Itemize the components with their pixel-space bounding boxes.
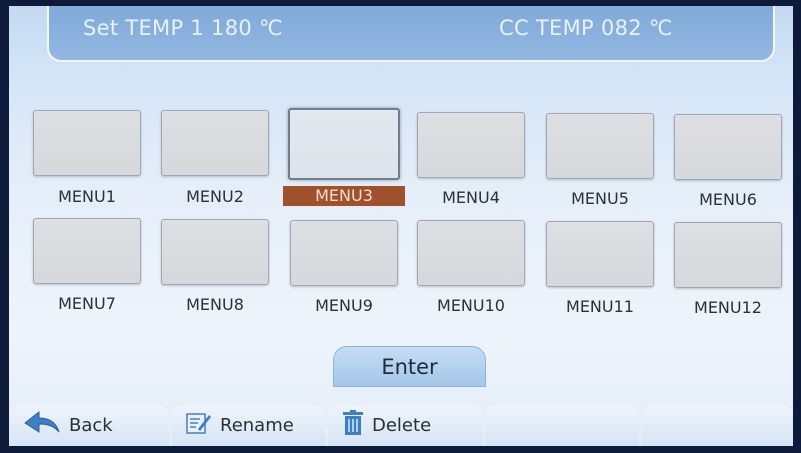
cc-temp-readout: CC TEMP 082 ℃ (499, 16, 673, 40)
menu-tile-5[interactable] (546, 113, 654, 179)
menu-tile-2[interactable] (161, 110, 269, 176)
empty-toolbar-slot-2[interactable] (642, 405, 793, 446)
menu-tile-4[interactable] (417, 112, 525, 178)
menu-tile-6[interactable] (674, 114, 782, 180)
rename-button[interactable]: Rename (172, 405, 325, 446)
back-label: Back (69, 415, 113, 436)
menu-label-8: MENU8 (186, 295, 244, 314)
menu-label-11: MENU11 (566, 297, 634, 316)
enter-button[interactable]: Enter (333, 346, 486, 387)
menu-tile-12[interactable] (674, 222, 782, 288)
rename-label: Rename (220, 415, 294, 436)
menu-label-7: MENU7 (58, 294, 116, 313)
menu-label-4: MENU4 (442, 188, 500, 207)
menu-tile-1[interactable] (33, 110, 141, 176)
menu-label-6: MENU6 (699, 190, 757, 209)
menu-label-5: MENU5 (571, 189, 629, 208)
menu-label-3-selected: MENU3 (283, 186, 405, 206)
bottom-toolbar: Back Rename Delete (9, 405, 793, 446)
edit-icon (186, 411, 212, 440)
menu-tile-9[interactable] (290, 220, 398, 286)
trash-icon (342, 410, 364, 441)
menu-label-10: MENU10 (437, 296, 505, 315)
back-button[interactable]: Back (9, 405, 169, 446)
menu-label-1: MENU1 (58, 187, 116, 206)
set-temp-readout: Set TEMP 1 180 ℃ (83, 16, 283, 40)
empty-toolbar-slot-1[interactable] (485, 405, 639, 446)
menu-label-12: MENU12 (694, 298, 762, 317)
menu-tile-10[interactable] (417, 220, 525, 286)
back-arrow-icon (23, 410, 61, 441)
touch-screen: Set TEMP 1 180 ℃ CC TEMP 082 ℃ MENU1 MEN… (9, 6, 793, 446)
temperature-display: Set TEMP 1 180 ℃ CC TEMP 082 ℃ (47, 6, 775, 62)
menu-tile-3[interactable] (288, 108, 400, 180)
menu-tile-7[interactable] (33, 218, 141, 284)
delete-label: Delete (372, 415, 432, 436)
menu-tile-11[interactable] (546, 221, 654, 287)
delete-button[interactable]: Delete (328, 405, 482, 446)
menu-tile-8[interactable] (161, 219, 269, 285)
menu-label-9: MENU9 (315, 296, 373, 315)
menu-label-2: MENU2 (186, 187, 244, 206)
